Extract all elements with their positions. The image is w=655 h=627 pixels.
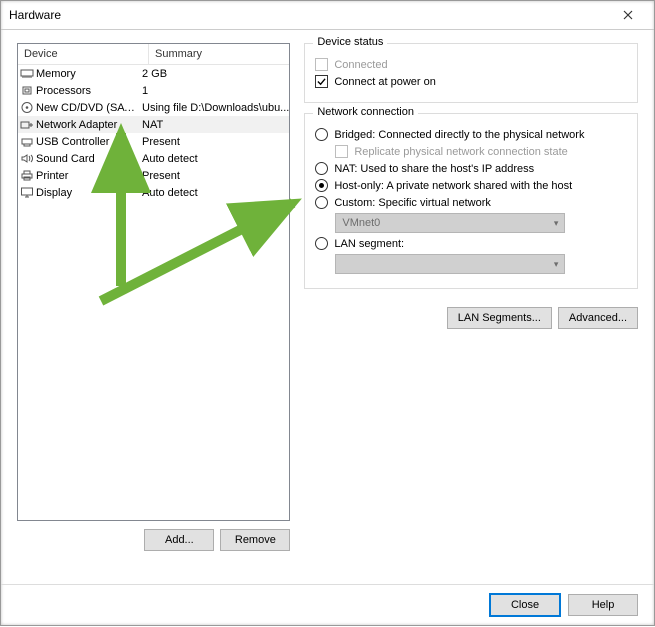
help-button[interactable]: Help [568, 594, 638, 616]
network-connection-group: Network connection Bridged: Connected di… [304, 113, 638, 289]
nat-radio-row[interactable]: NAT: Used to share the host's IP address [315, 162, 627, 175]
custom-radio-row[interactable]: Custom: Specific virtual network [315, 196, 627, 209]
bridged-label: Bridged: Connected directly to the physi… [334, 129, 584, 141]
dialog-footer: Close Help [1, 584, 654, 625]
device-status-group: Device status Connected Connect at power… [304, 43, 638, 103]
column-summary[interactable]: Summary [149, 44, 289, 64]
device-summary: NAT [136, 119, 289, 131]
chevron-down-icon: ▾ [554, 259, 559, 270]
device-row-network-adapter[interactable]: Network AdapterNAT [18, 116, 289, 133]
device-summary: Present [136, 170, 289, 182]
usb-icon [18, 135, 36, 148]
replicate-checkbox-row: Replicate physical network connection st… [335, 145, 627, 158]
connect-at-power-on-row[interactable]: Connect at power on [315, 75, 627, 88]
device-summary: Present [136, 136, 289, 148]
add-button[interactable]: Add... [144, 529, 214, 551]
disc-icon [18, 101, 36, 114]
custom-network-combo: VMnet0 ▾ [335, 213, 565, 233]
close-icon [623, 10, 633, 20]
device-row-new-cd-dvd-sata-[interactable]: New CD/DVD (SATA)Using file D:\Downloads… [18, 99, 289, 116]
window-title: Hardware [9, 1, 61, 29]
connected-checkbox [315, 58, 328, 71]
lan-segments-button[interactable]: LAN Segments... [447, 307, 552, 329]
device-list-header: Device Summary [18, 44, 289, 65]
lan-segment-combo: ▾ [335, 254, 565, 274]
device-name: Memory [36, 68, 136, 80]
lan-segment-radio[interactable] [315, 237, 328, 250]
device-summary: Using file D:\Downloads\ubu... [136, 102, 289, 114]
device-summary: 1 [136, 85, 289, 97]
bridged-radio[interactable] [315, 128, 328, 141]
column-device[interactable]: Device [18, 44, 149, 64]
device-name: USB Controller [36, 136, 136, 148]
hardware-dialog: Hardware Device Summary Memory2 GBProces… [0, 0, 655, 626]
remove-button[interactable]: Remove [220, 529, 290, 551]
lan-segment-label: LAN segment: [334, 238, 404, 250]
device-row-sound-card[interactable]: Sound CardAuto detect [18, 150, 289, 167]
memory-icon [18, 67, 36, 80]
device-name: Processors [36, 85, 136, 97]
bridged-radio-row[interactable]: Bridged: Connected directly to the physi… [315, 128, 627, 141]
network-connection-legend: Network connection [313, 106, 418, 118]
replicate-label: Replicate physical network connection st… [354, 146, 567, 158]
device-status-legend: Device status [313, 36, 387, 48]
device-summary: Auto detect [136, 187, 289, 199]
advanced-button[interactable]: Advanced... [558, 307, 638, 329]
device-row-display[interactable]: DisplayAuto detect [18, 184, 289, 201]
host-only-radio-row[interactable]: Host-only: A private network shared with… [315, 179, 627, 192]
device-row-processors[interactable]: Processors1 [18, 82, 289, 99]
custom-network-value: VMnet0 [342, 217, 380, 229]
custom-label: Custom: Specific virtual network [334, 197, 491, 209]
title-bar: Hardware [1, 1, 654, 30]
lan-segment-radio-row[interactable]: LAN segment: [315, 237, 627, 250]
sound-icon [18, 152, 36, 165]
replicate-checkbox [335, 145, 348, 158]
connected-checkbox-row: Connected [315, 58, 627, 71]
cpu-icon [18, 84, 36, 97]
device-name: Network Adapter [36, 119, 136, 131]
custom-radio[interactable] [315, 196, 328, 209]
host-only-label: Host-only: A private network shared with… [334, 180, 572, 192]
device-name: Display [36, 187, 136, 199]
display-icon [18, 186, 36, 199]
device-row-printer[interactable]: PrinterPresent [18, 167, 289, 184]
connect-at-power-on-label: Connect at power on [334, 76, 436, 88]
device-name: New CD/DVD (SATA) [36, 102, 136, 114]
device-row-memory[interactable]: Memory2 GB [18, 65, 289, 82]
device-summary: Auto detect [136, 153, 289, 165]
connect-at-power-on-checkbox[interactable] [315, 75, 328, 88]
connected-label: Connected [334, 59, 387, 71]
close-button[interactable]: Close [490, 594, 560, 616]
nat-label: NAT: Used to share the host's IP address [334, 163, 534, 175]
nic-icon [18, 118, 36, 131]
window-close-button[interactable] [610, 4, 646, 26]
device-name: Printer [36, 170, 136, 182]
chevron-down-icon: ▾ [554, 218, 559, 229]
printer-icon [18, 169, 36, 182]
device-name: Sound Card [36, 153, 136, 165]
device-list[interactable]: Device Summary Memory2 GBProcessors1New … [17, 43, 290, 521]
device-row-usb-controller[interactable]: USB ControllerPresent [18, 133, 289, 150]
host-only-radio[interactable] [315, 179, 328, 192]
device-summary: 2 GB [136, 68, 289, 80]
nat-radio[interactable] [315, 162, 328, 175]
